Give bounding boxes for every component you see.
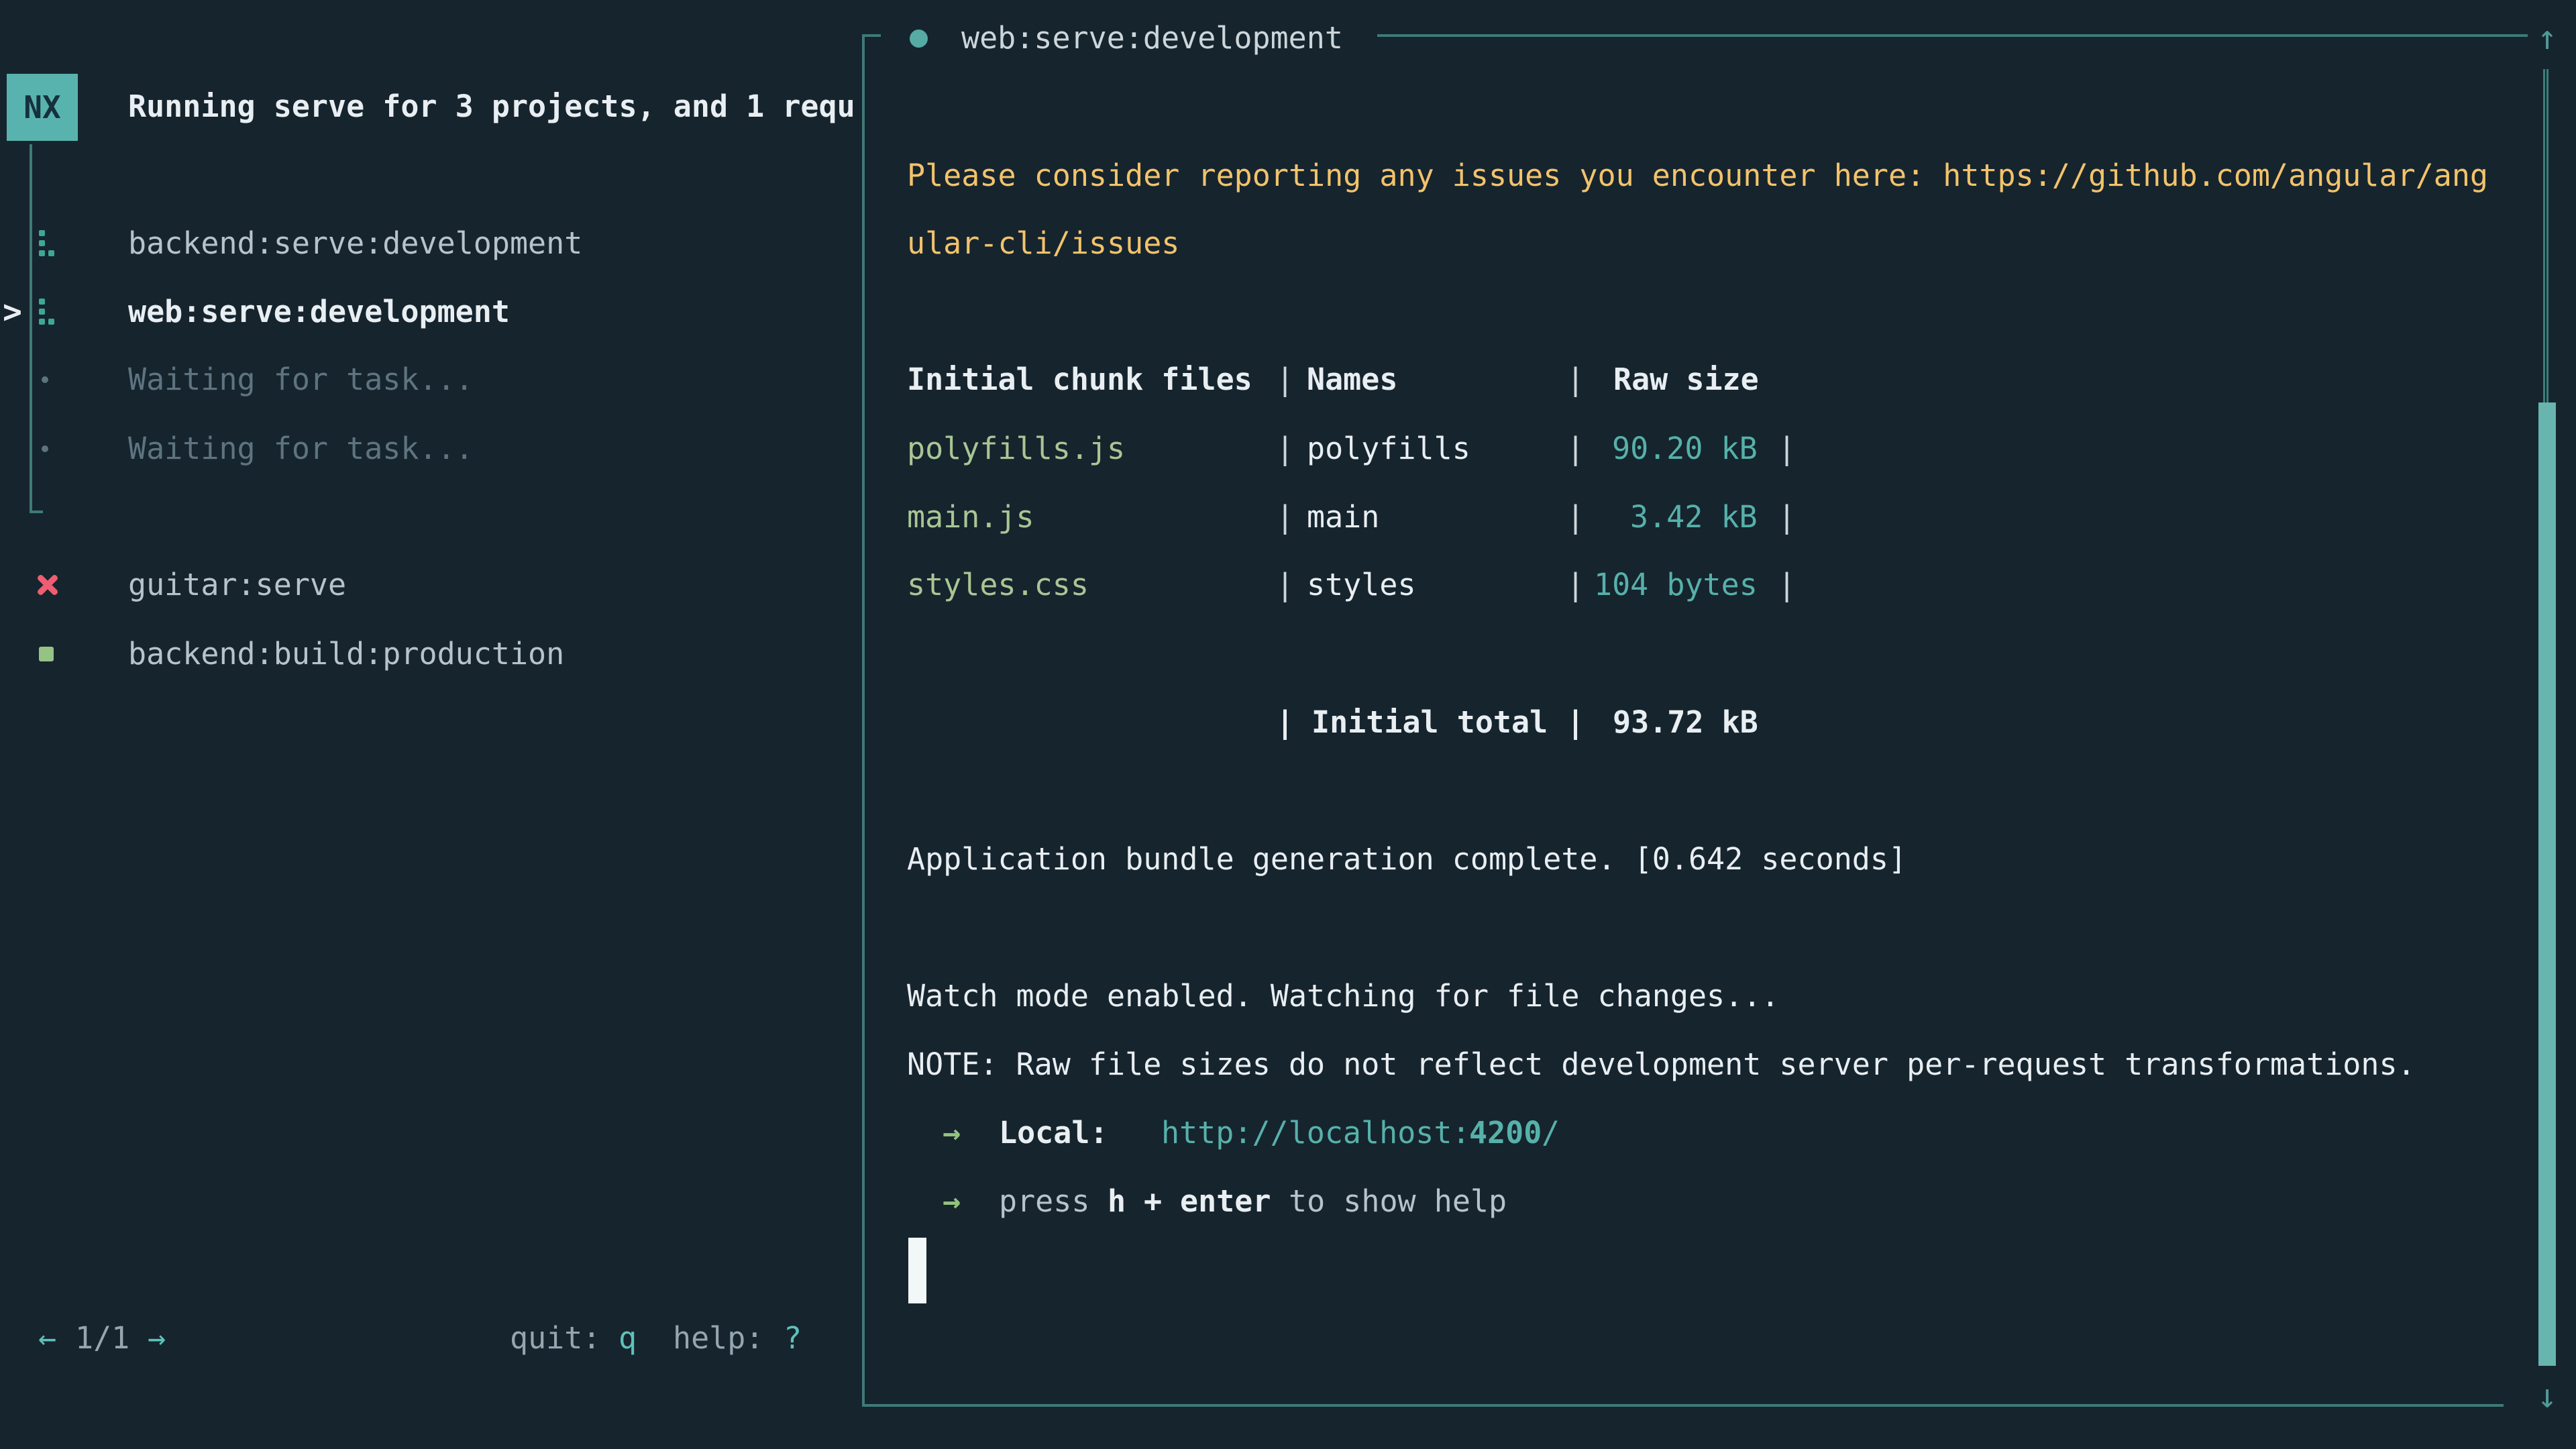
scrollbar-track[interactable] [2543,69,2548,405]
terminal-cursor [908,1238,926,1303]
sidebar-header: Running serve for 3 projects, and 1 requ [128,88,855,125]
local-url-port[interactable]: 4200 [1469,1114,1542,1152]
column-separator: | [1778,430,1796,468]
hint-key-h: h [1108,1183,1126,1220]
local-url-slash[interactable]: / [1542,1114,1560,1152]
hint-key-enter: enter [1180,1183,1271,1220]
chunk-name: main [1307,498,1379,536]
scrollbar-thumb[interactable] [2538,402,2556,1366]
table-row: styles.css | styles | 104 bytes | [0,566,2576,604]
column-separator: | [1778,566,1796,604]
nx-terminal-ui: NX Running serve for 3 projects, and 1 r… [0,0,2576,1449]
page-indicator: 1/1 [75,1320,129,1357]
spinner-icon [39,230,59,258]
sidebar-bottom-bar: ← 1/1 → quit: q help: ? [0,1320,862,1357]
panel-border-top-start [862,34,881,37]
panel-title: web:serve:development [961,19,1343,57]
local-url-line: → Local: http://localhost: 4200 / [0,1114,2576,1152]
col-header-names: Names [1307,361,1397,398]
hint-suffix: to show help [1289,1183,1507,1220]
column-separator: | [1276,704,1294,741]
chunk-size: 3.42 kB [1630,498,1758,536]
column-separator: | [1566,704,1585,741]
column-separator: | [1566,430,1585,468]
local-label: Local: [999,1114,1108,1152]
chunk-table-header: Initial chunk files | Names | Raw size [0,361,2576,398]
total-label: Initial total [1311,704,1548,741]
column-separator: | [1276,430,1294,468]
panel-border-top [1377,34,2528,37]
caret-icon: > [3,293,22,331]
chunk-file: styles.css [907,566,1089,604]
local-url[interactable]: http://localhost: [1161,1114,1470,1152]
quit-label: quit: [510,1320,600,1357]
help-hint-line: → press h + enter to show help [0,1183,2576,1220]
bundle-complete-line: Application bundle generation complete. … [907,841,1907,878]
table-row: main.js | main | 3.42 kB | [0,498,2576,536]
column-separator: | [1276,361,1294,398]
chunk-size: 90.20 kB [1612,430,1758,468]
help-label: help: [673,1320,763,1357]
task-label: backend:serve:development [128,225,582,262]
issue-notice-line2: ular-cli/issues [907,225,1179,262]
quit-key: q [619,1320,637,1357]
task-label: web:serve:development [128,293,510,331]
column-separator: | [1566,566,1585,604]
hint-press: press [999,1183,1089,1220]
column-separator: | [1276,566,1294,604]
note-line: NOTE: Raw file sizes do not reflect deve… [907,1046,2416,1083]
right-arrow-icon[interactable]: → [148,1320,166,1357]
chunk-file: polyfills.js [907,430,1125,468]
scroll-up-arrow-icon[interactable]: ↑ [2532,18,2562,57]
col-header-files: Initial chunk files [907,361,1252,398]
column-separator: | [1276,498,1294,536]
arrow-right-icon: → [943,1183,961,1220]
panel-title-bullet-icon [910,30,928,48]
table-row: polyfills.js | polyfills | 90.20 kB | [0,430,2576,468]
panel-border-bottom [862,1404,2504,1407]
column-separator: | [1566,361,1585,398]
total-size: 93.72 kB [1613,704,1758,741]
help-key: ? [784,1320,802,1357]
chunk-name: styles [1307,566,1416,604]
issue-notice-line1: Please consider reporting any issues you… [907,157,2488,195]
column-separator: | [1778,498,1796,536]
table-total-row: | Initial total | 93.72 kB [0,704,2576,741]
col-header-raw-size: Raw size [1613,361,1759,398]
chunk-file: main.js [907,498,1034,536]
arrow-right-icon: → [943,1114,961,1152]
chunk-size: 104 bytes [1594,566,1758,604]
scroll-down-arrow-icon[interactable]: ↓ [2532,1377,2562,1415]
nx-logo: NX [7,74,78,141]
chunk-name: polyfills [1307,430,1470,468]
spinner-icon [39,299,59,327]
column-separator: | [1566,498,1585,536]
watch-mode-line: Watch mode enabled. Watching for file ch… [907,977,1779,1015]
task-label: backend:build:production [128,635,564,673]
hint-plus: + [1144,1183,1162,1220]
